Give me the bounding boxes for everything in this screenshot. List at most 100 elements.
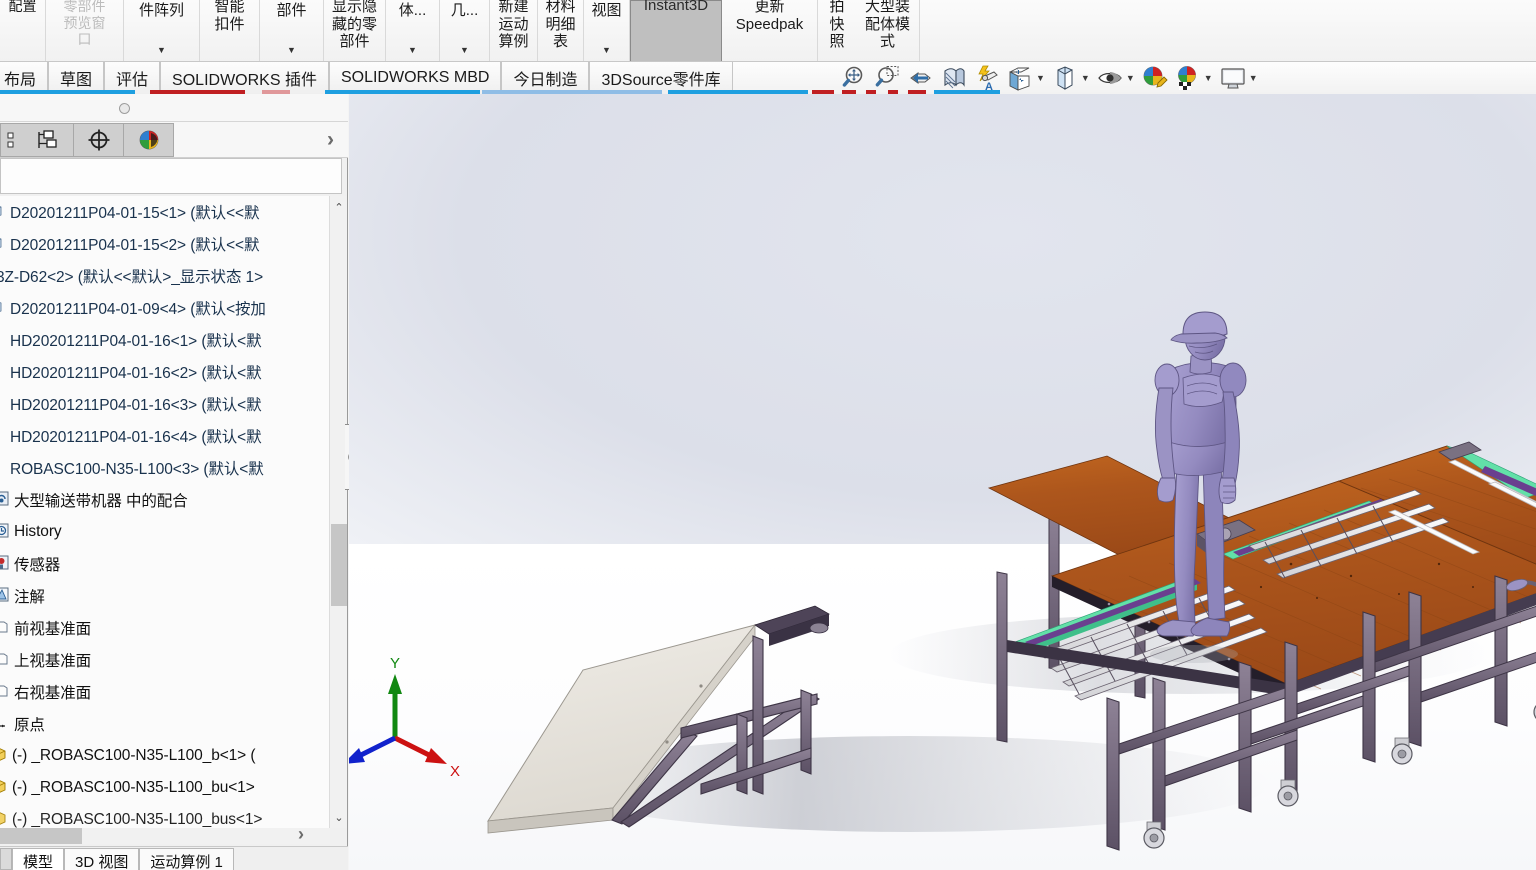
tree-item-label: 3Z-D62<2> (默认<<默认>_显示状态 1>	[0, 269, 264, 286]
tree-item[interactable]: 注解	[0, 580, 330, 612]
ribbon-item-show-hidden-components[interactable]: 显示隐 藏的零 部件	[324, 0, 386, 61]
edit-appearance-icon[interactable]	[1140, 63, 1170, 93]
part-icon	[0, 779, 8, 797]
chevron-down-icon[interactable]: ▼	[460, 46, 469, 55]
feature-tree-filter-box[interactable]	[0, 158, 342, 194]
tree-item[interactable]: (-) _ROBASC100-N35-L100_b<1> (	[0, 740, 330, 772]
tree-item[interactable]: (-) _ROBASC100-N35-L100_bus<1>	[0, 804, 330, 828]
tab-label: 评估	[116, 72, 149, 89]
tree-item[interactable]: History	[0, 516, 330, 548]
pin-icon[interactable]	[119, 103, 130, 114]
ribbon-item-new-motion-study[interactable]: 新建 运动 算例	[490, 0, 538, 61]
ribbon-item-view[interactable]: 视图 ▼	[584, 0, 630, 61]
ribbon-item-pattern[interactable]: 件阵列 ▼	[124, 0, 200, 61]
tree-item-label: 上视基准面	[14, 653, 92, 670]
svg-text:A: A	[985, 81, 993, 93]
ribbon-item-snapshot[interactable]: 拍快 照	[818, 0, 856, 61]
tree-item[interactable]: D20201211P04-01-15<1> (默认<<默	[0, 196, 330, 228]
tree-item[interactable]: HD20201211P04-01-16<3> (默认<默	[0, 388, 330, 420]
hide-show-items-icon[interactable]	[1095, 63, 1125, 93]
component-icon	[0, 299, 6, 317]
scroll-up-icon[interactable]: ⌃	[330, 198, 348, 216]
tree-item[interactable]: 前视基准面	[0, 612, 330, 644]
tree-item[interactable]: 3Z-D62<2> (默认<<默认>_显示状态 1>	[0, 260, 330, 292]
chevron-down-icon[interactable]: ▼	[1249, 73, 1258, 83]
view-orientation-icon[interactable]: A	[972, 63, 1002, 93]
ribbon-item-update-speedpak[interactable]: 更新 Speedpak	[722, 0, 818, 61]
chevron-down-icon[interactable]: ▼	[1204, 73, 1213, 83]
chevron-down-icon[interactable]: ▼	[1126, 73, 1135, 83]
tree-item-label: 右视基准面	[14, 685, 92, 702]
section-view-icon[interactable]	[939, 63, 969, 93]
ribbon-item-geometry[interactable]: 几... ▼	[440, 0, 490, 61]
origin-icon	[0, 715, 10, 733]
plane-icon	[0, 651, 10, 669]
tree-item-label: D20201211P04-01-09<4> (默认<按加	[10, 301, 266, 318]
chevron-down-icon[interactable]: ▼	[602, 46, 611, 55]
ribbon-item-smart-fastener[interactable]: 智能 扣件	[200, 0, 260, 61]
tab-label: SOLIDWORKS MBD	[340, 69, 490, 86]
property-manager-icon[interactable]	[24, 122, 74, 157]
tree-horizontal-scrollbar[interactable]: ›	[0, 824, 330, 844]
bottom-tab-label: 运动算例 1	[150, 854, 223, 870]
ribbon-item-body[interactable]: 体... ▼	[386, 0, 440, 61]
tree-item[interactable]: 大型输送带机器 中的配合	[0, 484, 330, 516]
display-manager-icon[interactable]	[124, 122, 174, 157]
scrollbar-thumb[interactable]	[331, 524, 347, 606]
component-icon	[0, 427, 6, 445]
tree-item-label: (-) _ROBASC100-N35-L100_bu<1>	[12, 779, 255, 796]
tree-item[interactable]: ROBASC100-N35-L100<3> (默认<默	[0, 452, 330, 484]
configuration-manager-icon[interactable]	[74, 122, 124, 157]
tree-item[interactable]: HD20201211P04-01-16<1> (默认<默	[0, 324, 330, 356]
plane-icon	[0, 619, 10, 637]
tree-vertical-scrollbar[interactable]: ⌃ ⌄	[329, 196, 347, 828]
feature-tree[interactable]: D20201211P04-01-15<1> (默认<<默 D20201211P0…	[0, 196, 330, 828]
tree-item-label: History	[14, 523, 62, 540]
tree-item[interactable]: 传感器	[0, 548, 330, 580]
view-settings-icon[interactable]	[1218, 63, 1248, 93]
chevron-down-icon[interactable]: ▼	[408, 46, 417, 55]
ribbon-item-large-assembly-mode[interactable]: 大型装 配体模 式	[856, 0, 920, 61]
zoom-to-fit-icon[interactable]	[840, 63, 870, 93]
chevron-down-icon[interactable]: ▼	[1036, 73, 1045, 83]
panel-expand-chevron-icon[interactable]: ›	[327, 128, 334, 152]
solidworks-window: 配置 零部件 预览窗 口 件阵列 ▼ 智能 扣件 部件 ▼ 显示隐 藏的零 部件…	[0, 0, 1536, 870]
tree-item[interactable]: D20201211P04-01-15<2> (默认<<默	[0, 228, 330, 260]
feature-manager-design-tree-icon[interactable]	[0, 122, 24, 157]
view-triad: Y X Z	[349, 655, 460, 780]
tree-item[interactable]: HD20201211P04-01-16<2> (默认<默	[0, 356, 330, 388]
tab-scroll-grip[interactable]	[0, 848, 12, 870]
bottom-tab-3d-views[interactable]: 3D 视图	[64, 848, 140, 870]
tree-item-label: ROBASC100-N35-L100<3> (默认<默	[10, 461, 264, 478]
apply-scene-icon[interactable]	[1173, 63, 1203, 93]
bottom-tab-model[interactable]: 模型	[12, 848, 65, 870]
tree-item[interactable]: (-) _ROBASC100-N35-L100_bu<1>	[0, 772, 330, 804]
tree-expand-chevron-icon[interactable]: ›	[298, 824, 304, 845]
scroll-down-icon[interactable]: ⌄	[330, 808, 348, 826]
scrollbar-thumb[interactable]	[0, 828, 82, 844]
display-style-icon[interactable]	[1050, 63, 1080, 93]
ribbon-item-instant3d[interactable]: Instant3D	[630, 0, 722, 61]
ribbon-item-bom[interactable]: 材料 明细 表	[538, 0, 584, 61]
tree-item[interactable]: 右视基准面	[0, 676, 330, 708]
tree-item[interactable]: HD20201211P04-01-16<4> (默认<默	[0, 420, 330, 452]
tree-item[interactable]: D20201211P04-01-09<4> (默认<按加	[0, 292, 330, 324]
ribbon-item-label: 智能 扣件	[214, 0, 245, 33]
previous-view-icon[interactable]	[906, 63, 936, 93]
ribbon-item-component[interactable]: 部件 ▼	[260, 0, 324, 61]
tree-item[interactable]: 原点	[0, 708, 330, 740]
graphics-viewport[interactable]: Y X Z	[349, 94, 1536, 870]
component-icon	[0, 459, 6, 477]
tree-item[interactable]: 上视基准面	[0, 644, 330, 676]
chevron-down-icon[interactable]: ▼	[1081, 73, 1090, 83]
panel-pin-row	[0, 94, 348, 122]
zoom-to-area-icon[interactable]	[873, 63, 903, 93]
chevron-down-icon[interactable]: ▼	[287, 46, 296, 55]
bottom-tab-motion-study[interactable]: 运动算例 1	[139, 848, 234, 870]
tree-item-label: 传感器	[14, 557, 61, 574]
ribbon-item-0[interactable]: 配置	[0, 0, 46, 61]
view-orientation-cube-icon[interactable]	[1005, 63, 1035, 93]
tree-item-label: HD20201211P04-01-16<2> (默认<默	[10, 365, 262, 382]
chevron-down-icon[interactable]: ▼	[157, 46, 166, 55]
view-toolbar: A ▼ ▼ ▼ ▼ ▼	[840, 60, 1260, 96]
